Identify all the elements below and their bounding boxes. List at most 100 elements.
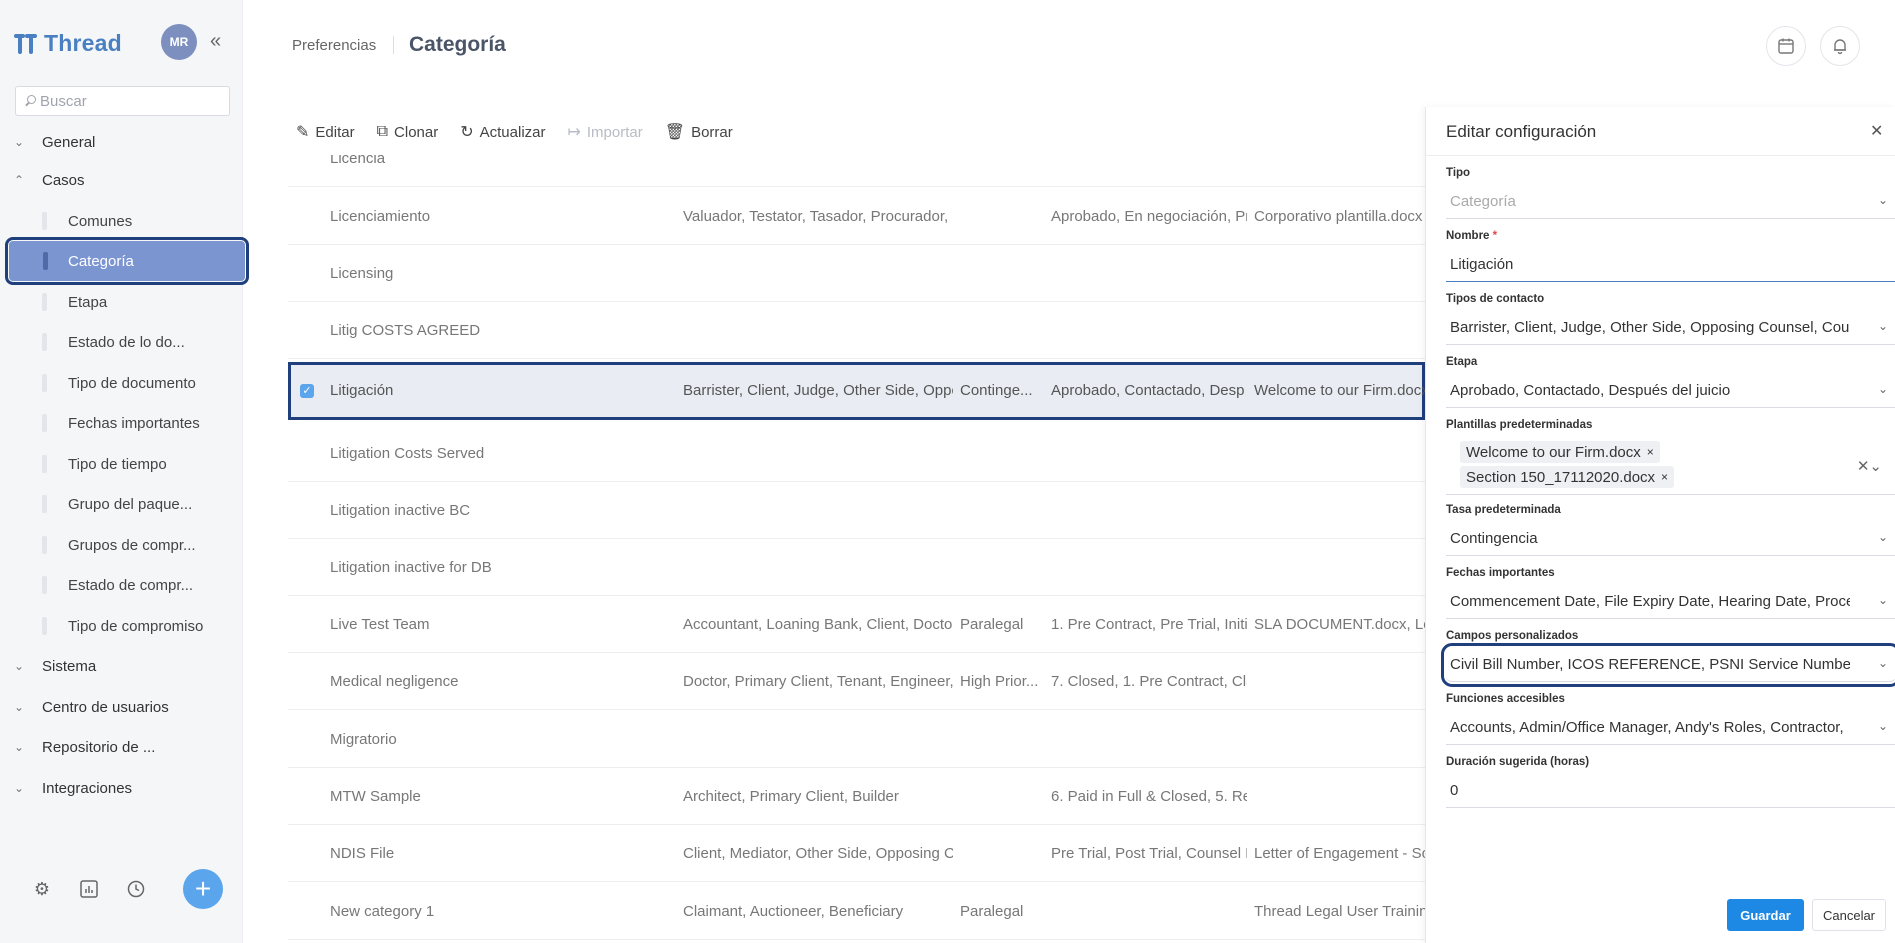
cell-templates: SLA DOCUMENT.docx, Lette bbox=[1254, 616, 1425, 633]
breadcrumb[interactable]: Preferencias bbox=[292, 37, 376, 54]
tasa-select[interactable]: Contingencia ⌄ bbox=[1446, 522, 1895, 556]
sidebar-item-estado-documento[interactable]: Estado de lo do... bbox=[0, 327, 243, 357]
nav-section-general[interactable]: ⌄ General bbox=[0, 127, 243, 157]
table-row[interactable]: MTW Sample Architect, Primary Client, Bu… bbox=[288, 768, 1425, 825]
sidebar-item-label: Estado de lo do... bbox=[68, 333, 185, 351]
table-row[interactable]: Litigation inactive for DB bbox=[288, 539, 1425, 596]
reports-chart-icon[interactable] bbox=[79, 879, 99, 899]
cell-name: Licenciamiento bbox=[330, 208, 431, 225]
cell-name: Litigation Costs Served bbox=[330, 445, 485, 462]
cell-name: Litig COSTS AGREED bbox=[330, 322, 481, 339]
edit-button[interactable]: ✎ Editar bbox=[296, 122, 355, 142]
chevron-down-icon: ⌄ bbox=[14, 659, 25, 673]
etapa-value: Aprobado, Contactado, Después del juicio bbox=[1450, 382, 1731, 399]
clone-button[interactable]: ⧉ Clonar bbox=[377, 123, 439, 141]
sidebar-item-grupo-paquete[interactable]: Grupo del paque... bbox=[0, 489, 243, 519]
nombre-label: Nombre * bbox=[1446, 230, 1497, 242]
plantillas-select[interactable]: Welcome to our Firm.docx × Section 150_17… bbox=[1446, 437, 1895, 495]
remove-chip-icon[interactable]: × bbox=[1661, 470, 1668, 484]
remove-chip-icon[interactable]: × bbox=[1647, 445, 1654, 459]
bell-icon bbox=[1834, 39, 1846, 55]
table-row[interactable]: Litig COSTS AGREED bbox=[288, 302, 1425, 359]
thread-logo-icon bbox=[14, 32, 38, 56]
history-clock-icon[interactable] bbox=[126, 879, 146, 899]
copy-icon: ⧉ bbox=[376, 123, 389, 140]
clear-all-icon[interactable]: ✕⌄ bbox=[1857, 457, 1882, 475]
sidebar-item-label: Categoría bbox=[68, 252, 134, 270]
table-row[interactable]: Medical negligence Doctor, Primary Clien… bbox=[288, 653, 1425, 710]
page-title: Categoría bbox=[409, 33, 506, 56]
close-icon[interactable]: ✕ bbox=[1870, 121, 1883, 141]
sidebar-item-tipo-documento[interactable]: Tipo de documento bbox=[0, 368, 243, 398]
table-row[interactable]: New category 1 Claimant, Auctioneer, Ben… bbox=[288, 883, 1425, 940]
table-row[interactable]: Licencia bbox=[288, 155, 1425, 187]
duracion-input[interactable]: 0 bbox=[1446, 774, 1895, 808]
sidebar-item-etapa[interactable]: Etapa bbox=[0, 287, 243, 317]
refresh-button[interactable]: ↻ Actualizar bbox=[460, 122, 545, 142]
cell-templates: Welcome to our Firm.docx bbox=[1254, 382, 1425, 399]
cell-stages: Aprobado, En negociación, Pr bbox=[1051, 208, 1247, 225]
sidebar-item-estado-compromiso[interactable]: Estado de compr... bbox=[0, 570, 243, 600]
nav-section-integraciones[interactable]: ⌄ Integraciones bbox=[0, 773, 243, 803]
nav-section-repositorio[interactable]: ⌄ Repositorio de ... bbox=[0, 732, 243, 762]
cancel-button[interactable]: Cancelar bbox=[1812, 899, 1886, 931]
row-checkbox[interactable]: ✓ bbox=[300, 384, 314, 398]
table-row[interactable]: Litigation inactive BC bbox=[288, 482, 1425, 539]
nombre-input[interactable]: Litigación bbox=[1446, 248, 1895, 282]
sidebar-item-fechas-importantes[interactable]: Fechas importantes bbox=[0, 408, 243, 438]
tipo-select[interactable]: Categoría ⌄ bbox=[1446, 185, 1895, 219]
funciones-select[interactable]: Accounts, Admin/Office Manager, Andy's R… bbox=[1446, 711, 1895, 745]
table-row-selected[interactable]: ✓ Litigación Barrister, Client, Judge, O… bbox=[288, 362, 1425, 420]
cell-contacts: Doctor, Primary Client, Tenant, Engineer… bbox=[683, 673, 953, 690]
user-avatar[interactable]: MR bbox=[161, 24, 197, 60]
import-button[interactable]: ↦ Importar bbox=[567, 122, 642, 142]
settings-gear-icon[interactable]: ⚙ bbox=[32, 879, 52, 899]
tasa-label: Tasa predeterminada bbox=[1446, 504, 1561, 516]
calendar-button[interactable] bbox=[1766, 26, 1806, 66]
search-input[interactable]: Buscar bbox=[40, 93, 87, 110]
cell-stages: 7. Closed, 1. Pre Contract, Clai bbox=[1051, 673, 1247, 690]
fechas-select[interactable]: Commencement Date, File Expiry Date, Hea… bbox=[1446, 585, 1895, 619]
funciones-value: Accounts, Admin/Office Manager, Andy's R… bbox=[1450, 719, 1844, 736]
sidebar-item-tipo-tiempo[interactable]: Tipo de tiempo bbox=[0, 449, 243, 479]
item-marker bbox=[42, 374, 47, 392]
sidebar: Thread MR « Buscar ⌄ General ⌃ Casos Com… bbox=[0, 0, 249, 943]
sidebar-item-grupos-compromiso[interactable]: Grupos de compr... bbox=[0, 530, 243, 560]
cell-stages: 6. Paid in Full & Closed, 5. Rec bbox=[1051, 788, 1247, 805]
campos-select[interactable]: Civil Bill Number, ICOS REFERENCE, PSNI … bbox=[1441, 643, 1895, 687]
sidebar-item-categoria[interactable]: Categoría bbox=[5, 237, 249, 285]
edit-config-drawer: Editar configuración ✕ Tipo Categoría ⌄ … bbox=[1425, 107, 1895, 943]
app-logo[interactable]: Thread bbox=[14, 30, 122, 57]
cell-stages: Pre Trial, Post Trial, Counsel B bbox=[1051, 845, 1247, 862]
search-box[interactable]: Buscar bbox=[15, 86, 230, 116]
sidebar-item-comunes[interactable]: Comunes bbox=[0, 206, 243, 236]
table-row[interactable]: Licenciamiento Valuador, Testator, Tasad… bbox=[288, 188, 1425, 245]
sidebar-item-tipo-compromiso[interactable]: Tipo de compromiso bbox=[0, 611, 243, 641]
cell-contacts: Architect, Primary Client, Builder bbox=[683, 788, 899, 805]
cell-name: Licencia bbox=[330, 155, 386, 167]
etapa-select[interactable]: Aprobado, Contactado, Después del juicio… bbox=[1446, 374, 1895, 408]
sidebar-item-label: Etapa bbox=[68, 293, 108, 311]
nav-section-casos[interactable]: ⌃ Casos bbox=[0, 165, 243, 195]
table-row[interactable]: Licensing bbox=[288, 245, 1425, 302]
table-row[interactable]: Live Test Team Accountant, Loaning Bank,… bbox=[288, 596, 1425, 653]
tipo-value: Categoría bbox=[1450, 193, 1516, 210]
save-button[interactable]: Guardar bbox=[1727, 899, 1804, 931]
collapse-sidebar-icon[interactable]: « bbox=[210, 30, 221, 53]
delete-button[interactable]: 🗑 Borrar bbox=[665, 122, 733, 142]
item-marker bbox=[42, 576, 47, 594]
tipos-contacto-select[interactable]: Barrister, Client, Judge, Other Side, Op… bbox=[1446, 311, 1895, 345]
table-row[interactable]: NDIS File Client, Mediator, Other Side, … bbox=[288, 825, 1425, 882]
cell-contacts: Barrister, Client, Judge, Other Side, Op… bbox=[683, 382, 953, 399]
sidebar-item-label: Tipo de documento bbox=[68, 374, 196, 392]
table-row[interactable]: Litigation Costs Served bbox=[288, 425, 1425, 482]
notifications-button[interactable] bbox=[1820, 26, 1860, 66]
table-row[interactable]: Migratorio bbox=[288, 711, 1425, 768]
tasa-value: Contingencia bbox=[1450, 530, 1538, 547]
add-button[interactable]: + bbox=[183, 869, 223, 909]
trash-icon: 🗑 bbox=[664, 124, 686, 141]
nav-section-centro-usuarios[interactable]: ⌄ Centro de usuarios bbox=[0, 692, 243, 722]
cell-name: NDIS File bbox=[330, 845, 395, 862]
nav-section-sistema[interactable]: ⌄ Sistema bbox=[0, 651, 243, 681]
chevron-down-icon: ⌄ bbox=[1877, 593, 1888, 607]
